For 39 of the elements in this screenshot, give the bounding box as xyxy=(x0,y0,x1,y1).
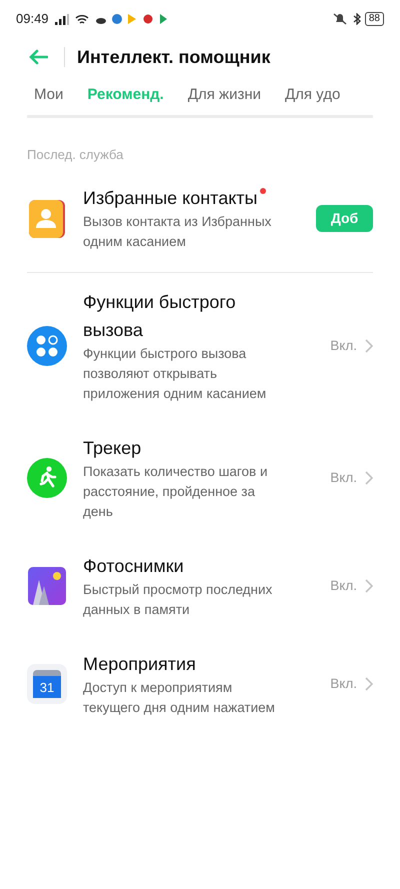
item-description: Доступ к мероприятиям текущего дня одним нажатием xyxy=(83,679,276,717)
item-title: Мероприятия xyxy=(83,653,196,676)
section-title: Послед. служба xyxy=(27,146,124,164)
walking-person-icon xyxy=(27,458,67,498)
status-text: Вкл. xyxy=(330,576,357,595)
item-title: Трекер xyxy=(83,437,142,460)
page-title: Интеллект. помощник xyxy=(77,46,270,69)
item-title: Избранные контакты xyxy=(83,187,258,210)
chevron-right-icon[interactable] xyxy=(365,471,373,485)
app-notification-icon xyxy=(126,13,137,25)
app-notification-icon xyxy=(110,13,123,25)
gallery-icon xyxy=(27,566,67,606)
contact-card-icon xyxy=(27,198,67,238)
mute-icon xyxy=(332,13,347,25)
chevron-right-icon[interactable] xyxy=(365,677,373,691)
app-notification-icon xyxy=(142,13,153,25)
bluetooth-icon xyxy=(352,13,361,25)
status-text: Вкл. xyxy=(330,674,357,693)
wifi-icon xyxy=(74,14,89,24)
signal-icon xyxy=(54,14,69,24)
chevron-right-icon[interactable] xyxy=(365,339,373,353)
battery-indicator: 88 xyxy=(364,12,384,26)
calendar-icon: 31 xyxy=(27,664,67,704)
item-description: Функции быстрого вызова позволяют открывать приложения одним касанием xyxy=(83,345,268,403)
status-text: Вкл. xyxy=(330,336,357,355)
back-arrow-icon[interactable] xyxy=(28,49,48,65)
app-grid-icon xyxy=(27,326,67,366)
tab[interactable]: Для удо xyxy=(280,84,344,118)
item-description: Показать количество шагов и расстояние, пройденное за день xyxy=(83,463,269,521)
item-title: Функции быстрого вызова xyxy=(83,291,237,342)
item-description: Быстрый просмотр последних данных в памяти xyxy=(83,581,274,619)
item-description: Вызов контакта из Избранных одним касанием xyxy=(83,213,272,251)
play-store-icon xyxy=(158,13,168,25)
item-title: Фотоснимки xyxy=(83,555,184,578)
status-text: Вкл. xyxy=(330,468,357,487)
status-time: 09:49 xyxy=(16,10,49,28)
tab[interactable]: Для жизни xyxy=(184,84,265,118)
chevron-right-icon[interactable] xyxy=(365,579,373,593)
tab[interactable]: Мои xyxy=(30,84,68,118)
